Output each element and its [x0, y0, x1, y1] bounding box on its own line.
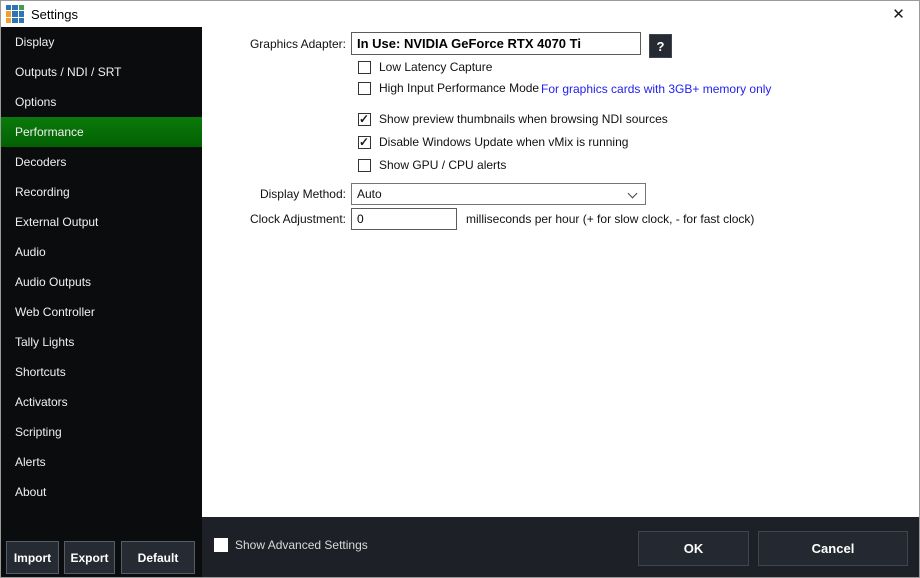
- sidebar-item-audio[interactable]: Audio: [1, 237, 202, 267]
- display-method-value: Auto: [357, 187, 382, 201]
- gpu-cpu-alerts-row: Show GPU / CPU alerts: [358, 158, 506, 172]
- sidebar-item-decoders[interactable]: Decoders: [1, 147, 202, 177]
- ndi-thumbnails-checkbox[interactable]: [358, 112, 371, 126]
- clock-adjustment-label: Clock Adjustment:: [249, 212, 346, 226]
- clock-adjustment-input[interactable]: [351, 208, 457, 230]
- sidebar-item-web-controller[interactable]: Web Controller: [1, 297, 202, 327]
- high-input-performance-row: High Input Performance Mode: [358, 81, 539, 95]
- vmix-logo-icon: [6, 5, 24, 23]
- sidebar-button-row: Import Export Default: [1, 541, 202, 577]
- high-input-performance-label: High Input Performance Mode: [379, 81, 540, 95]
- sidebar-item-display[interactable]: Display: [1, 27, 202, 57]
- footer-bar: Show Advanced Settings OK Cancel: [202, 517, 919, 577]
- help-button[interactable]: ?: [649, 34, 672, 58]
- titlebar: Settings ✕: [1, 1, 919, 27]
- disable-windows-update-row: Disable Windows Update when vMix is runn…: [358, 135, 628, 149]
- disable-windows-update-checkbox[interactable]: [358, 135, 371, 149]
- sidebar-item-recording[interactable]: Recording: [1, 177, 202, 207]
- chevron-down-icon: [627, 188, 638, 199]
- sidebar-item-options[interactable]: Options: [1, 87, 202, 117]
- sidebar-item-activators[interactable]: Activators: [1, 387, 202, 417]
- sidebar-item-scripting[interactable]: Scripting: [1, 417, 202, 447]
- graphics-adapter-input[interactable]: [351, 32, 641, 55]
- ok-button[interactable]: OK: [638, 531, 749, 566]
- low-latency-capture-row: Low Latency Capture: [358, 60, 492, 74]
- sidebar-item-tally-lights[interactable]: Tally Lights: [1, 327, 202, 357]
- display-method-label: Display Method:: [259, 187, 346, 201]
- sidebar-item-alerts[interactable]: Alerts: [1, 447, 202, 477]
- show-advanced-settings-checkbox[interactable]: [214, 538, 228, 552]
- sidebar: Display Outputs / NDI / SRT Options Perf…: [1, 27, 202, 577]
- gpu-cpu-alerts-label: Show GPU / CPU alerts: [379, 158, 507, 172]
- default-button[interactable]: Default: [121, 541, 195, 574]
- ndi-thumbnails-row: Show preview thumbnails when browsing ND…: [358, 112, 668, 126]
- export-button[interactable]: Export: [64, 541, 115, 574]
- disable-windows-update-label: Disable Windows Update when vMix is runn…: [379, 135, 629, 149]
- ndi-thumbnails-label: Show preview thumbnails when browsing ND…: [379, 112, 668, 126]
- sidebar-item-outputs-ndi-srt[interactable]: Outputs / NDI / SRT: [1, 57, 202, 87]
- show-advanced-settings-label: Show Advanced Settings: [235, 538, 368, 552]
- sidebar-item-about[interactable]: About: [1, 477, 202, 507]
- low-latency-capture-label: Low Latency Capture: [379, 60, 493, 74]
- close-icon[interactable]: ✕: [876, 1, 919, 27]
- settings-window: Settings ✕ Display Outputs / NDI / SRT O…: [0, 0, 920, 578]
- low-latency-capture-checkbox[interactable]: [358, 60, 371, 74]
- clock-adjustment-hint: milliseconds per hour (+ for slow clock,…: [466, 212, 755, 226]
- sidebar-item-performance[interactable]: Performance: [1, 117, 202, 147]
- sidebar-item-shortcuts[interactable]: Shortcuts: [1, 357, 202, 387]
- gpu-cpu-alerts-checkbox[interactable]: [358, 158, 371, 172]
- display-method-select[interactable]: Auto: [351, 183, 646, 205]
- sidebar-item-external-output[interactable]: External Output: [1, 207, 202, 237]
- high-input-performance-note: For graphics cards with 3GB+ memory only: [541, 82, 772, 96]
- cancel-button[interactable]: Cancel: [758, 531, 908, 566]
- import-button[interactable]: Import: [6, 541, 59, 574]
- performance-settings-panel: Graphics Adapter: ? Low Latency Capture …: [202, 27, 919, 517]
- graphics-adapter-label: Graphics Adapter:: [249, 37, 346, 51]
- high-input-performance-checkbox[interactable]: [358, 81, 371, 95]
- sidebar-item-audio-outputs[interactable]: Audio Outputs: [1, 267, 202, 297]
- window-title: Settings: [31, 6, 78, 22]
